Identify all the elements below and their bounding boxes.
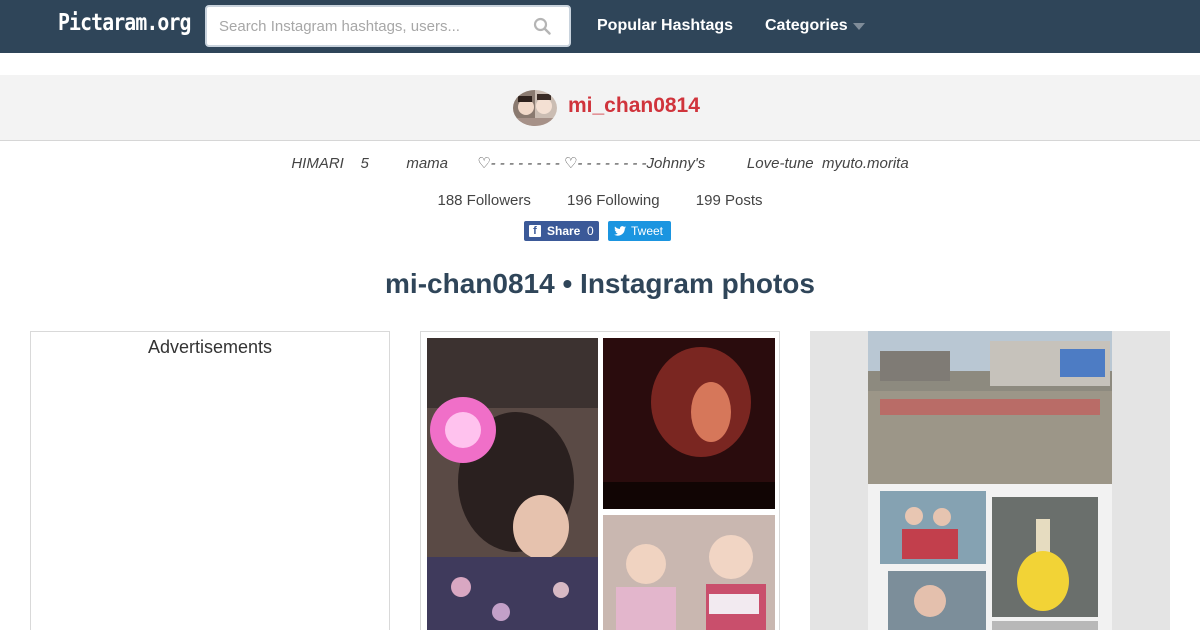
page-title: mi-chan0814 • Instagram photos xyxy=(385,268,815,299)
advertisement-card: Advertisements xyxy=(30,331,390,630)
tweet-button[interactable]: Tweet xyxy=(608,221,671,241)
followers-count: 188 Followers xyxy=(437,192,531,209)
facebook-icon: f xyxy=(529,225,541,237)
site-logo[interactable]: Pictaram.org xyxy=(58,10,191,36)
search-box[interactable] xyxy=(205,5,571,47)
posts-count: 199 Posts xyxy=(695,192,763,209)
nav-categories[interactable]: Categories xyxy=(765,17,848,35)
photo-card-2[interactable] xyxy=(810,331,1170,630)
nav-popular-hashtags[interactable]: Popular Hashtags xyxy=(597,17,733,35)
profile-header: mi_chan0814 xyxy=(0,75,1200,141)
collage-photo-image xyxy=(421,332,779,630)
following-count: 196 Following xyxy=(567,192,660,209)
search-input[interactable] xyxy=(219,7,529,45)
photo-card-1[interactable] xyxy=(420,331,780,630)
facebook-share-button[interactable]: f Share 0 xyxy=(524,221,599,241)
profile-bio: HIMARI 5 mama ♡- - - - - - - - ♡- - - - … xyxy=(291,155,909,172)
share-count: 0 xyxy=(587,224,594,238)
advertisement-title: Advertisements xyxy=(147,337,273,357)
sports-day-photo-image xyxy=(810,331,1170,630)
chevron-down-icon[interactable] xyxy=(853,23,865,30)
tweet-label: Tweet xyxy=(631,224,664,238)
avatar[interactable] xyxy=(513,90,557,126)
profile-stats: 188 Followers 196 Following 199 Posts xyxy=(0,192,1200,209)
top-navbar: Pictaram.org Popular Hashtags Categories xyxy=(0,0,1200,53)
search-icon[interactable] xyxy=(533,17,551,35)
twitter-bird-icon xyxy=(614,226,626,236)
share-label: Share xyxy=(547,224,581,238)
profile-username[interactable]: mi_chan0814 xyxy=(568,94,700,118)
